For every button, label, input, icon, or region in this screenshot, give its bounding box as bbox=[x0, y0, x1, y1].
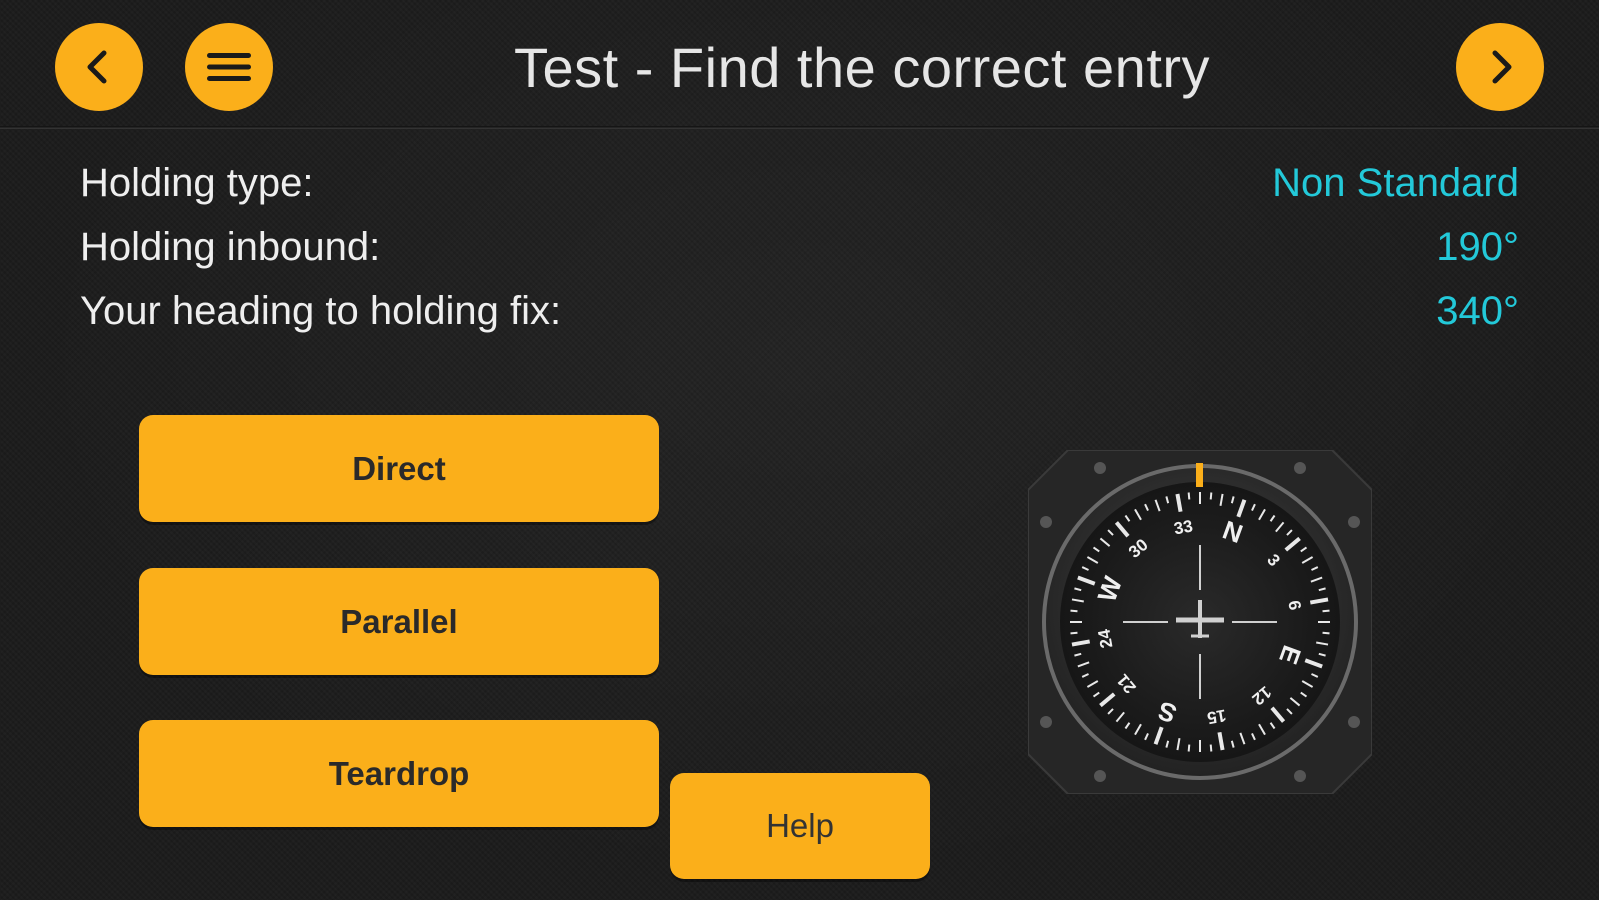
lubber-line-index bbox=[1196, 463, 1203, 487]
chevron-left-icon bbox=[87, 50, 107, 84]
holding-type-value: Non Standard bbox=[1272, 161, 1519, 205]
housing-screw bbox=[1294, 462, 1306, 474]
next-button[interactable] bbox=[1456, 23, 1544, 111]
help-button[interactable]: Help bbox=[670, 773, 930, 879]
hamburger-menu-icon bbox=[207, 53, 251, 81]
top-bar: Test - Find the correct entry bbox=[0, 0, 1599, 128]
compass-tick bbox=[1322, 631, 1330, 635]
page-title: Test - Find the correct entry bbox=[513, 36, 1211, 99]
compass-label: 33 bbox=[1172, 516, 1194, 538]
chevron-right-icon bbox=[1492, 50, 1512, 84]
housing-screw bbox=[1348, 716, 1360, 728]
housing-screw bbox=[1040, 516, 1052, 528]
housing-screw bbox=[1094, 770, 1106, 782]
compass-tick bbox=[1187, 492, 1191, 500]
back-button[interactable] bbox=[55, 23, 143, 111]
holding-inbound-value: 190° bbox=[1436, 225, 1519, 269]
menu-button[interactable] bbox=[185, 23, 273, 111]
heading-to-fix-label: Your heading to holding fix: bbox=[80, 289, 562, 333]
parallel-entry-button[interactable]: Parallel bbox=[139, 568, 659, 675]
heading-to-fix-value: 340° bbox=[1436, 289, 1519, 333]
compass-tick bbox=[1070, 631, 1078, 635]
compass-label: 15 bbox=[1206, 706, 1228, 728]
compass-tick bbox=[1209, 492, 1213, 500]
compass-tick bbox=[1070, 609, 1078, 613]
compass-tick bbox=[1187, 744, 1191, 752]
housing-screw bbox=[1040, 716, 1052, 728]
compass-tick bbox=[1322, 609, 1330, 613]
housing-screw bbox=[1294, 770, 1306, 782]
heading-indicator: N36E1215S2124W3033 bbox=[1028, 450, 1372, 794]
direct-entry-button[interactable]: Direct bbox=[139, 415, 659, 522]
housing-screw bbox=[1094, 462, 1106, 474]
screen: Test - Find the correct entry Holding ty… bbox=[0, 0, 1599, 900]
holding-type-label: Holding type: bbox=[80, 161, 314, 205]
housing-screw bbox=[1348, 516, 1360, 528]
teardrop-entry-button[interactable]: Teardrop bbox=[139, 720, 659, 827]
holding-inbound-label: Holding inbound: bbox=[80, 225, 381, 269]
header-divider bbox=[0, 126, 1599, 129]
compass-label: 24 bbox=[1094, 627, 1116, 649]
compass-tick bbox=[1209, 744, 1213, 752]
